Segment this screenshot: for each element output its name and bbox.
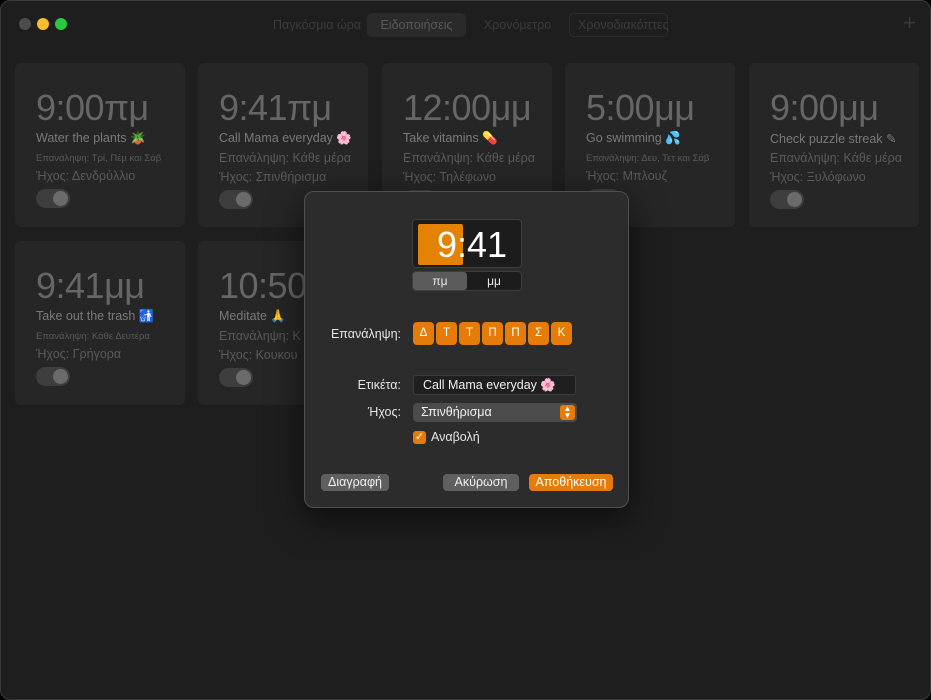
alarm-label: Take vitamins 💊 [403, 131, 498, 145]
pm-segment[interactable]: μμ [467, 272, 521, 290]
label-field-label: Ετικέτα: [357, 378, 401, 392]
toggle-knob [787, 192, 802, 207]
delete-button[interactable]: Διαγραφή [321, 474, 389, 491]
alarm-sound: Ήχος: Σπινθήρισμα [219, 170, 327, 184]
day-sunday-toggle[interactable]: Κ [551, 322, 572, 345]
alarm-time: 9:00πμ [36, 87, 149, 128]
alarm-toggle[interactable] [219, 368, 253, 387]
up-down-chevron-icon: ▲ ▼ [560, 405, 575, 420]
zoom-window-button[interactable] [55, 18, 67, 30]
cancel-button[interactable]: Ακύρωση [443, 474, 519, 491]
alarm-sound: Ήχος: Ξυλόφωνο [770, 170, 866, 184]
snooze-checkbox-row[interactable]: ✓ Αναβολή [413, 430, 480, 444]
alarm-card[interactable]: 9:00πμ Water the plants 🪴 Επανάληψη: Τρί… [15, 63, 185, 227]
alarm-sound: Ήχος: Γρήγορα [36, 347, 122, 361]
title-bar: Παγκόσμια ώρα Ειδοποιήσεις Χρονόμετρο Χρ… [1, 1, 930, 47]
alarm-label: Check puzzle streak ✎ [770, 132, 897, 146]
alarm-label: Call Mama everyday 🌸 [219, 131, 352, 145]
tab-bar: Παγκόσμια ώρα Ειδοποιήσεις Χρονόμετρο Χρ… [265, 13, 669, 37]
alarm-repeat: Επανάληψη: Δευ, Τετ και Σάβ [586, 153, 710, 164]
edit-alarm-dialog: 9:41 πμ μμ Επανάληψη: Δ Τ Τ Π Π Σ Κ Ετικ… [304, 191, 629, 508]
day-saturday-toggle[interactable]: Σ [528, 322, 549, 345]
alarm-time: 9:00μμ [770, 87, 879, 128]
tab-world-clock[interactable]: Παγκόσμια ώρα [265, 13, 365, 37]
tab-alarms[interactable]: Ειδοποιήσεις [367, 13, 466, 37]
repeat-label: Επανάληψη: [330, 327, 401, 341]
day-monday-toggle[interactable]: Δ [413, 322, 434, 345]
minimize-window-button[interactable] [37, 18, 49, 30]
close-window-button[interactable] [19, 18, 31, 30]
alarm-label: Water the plants 🪴 [36, 131, 146, 145]
toggle-knob [236, 370, 251, 385]
alarm-sound: Ήχος: Δενδρύλλιο [36, 169, 136, 183]
alarm-time: 9:41πμ [219, 87, 332, 128]
am-pm-segmented-control: πμ μμ [412, 271, 522, 291]
snooze-label: Αναβολή [431, 430, 480, 444]
clock-app-window: Παγκόσμια ώρα Ειδοποιήσεις Χρονόμετρο Χρ… [0, 0, 931, 700]
day-friday-toggle[interactable]: Π [505, 322, 526, 345]
alarm-sound: Ήχος: Μπλουζ [586, 169, 668, 183]
save-button[interactable]: Αποθήκευση [529, 474, 613, 491]
day-wednesday-toggle[interactable]: Τ [459, 322, 480, 345]
alarm-time: 5:00μμ [586, 87, 695, 128]
alarm-label-input[interactable] [413, 375, 576, 395]
minute-field[interactable]: :41 [457, 224, 507, 265]
alarm-repeat: Επανάληψη: Κάθε μέρα [403, 151, 536, 165]
am-segment[interactable]: πμ [413, 272, 467, 290]
alarm-time: 12:00μμ [403, 87, 532, 128]
alarm-repeat: Επανάληψη: Κάθε μέρα [219, 151, 352, 165]
alarm-label: Go swimming 💦 [586, 131, 681, 145]
alarm-toggle[interactable] [36, 189, 70, 208]
tab-timers[interactable]: Χρονοδιακόπτες [569, 13, 669, 37]
sound-select[interactable]: Σπινθήρισμα ▲ ▼ [413, 403, 577, 422]
alarm-time: 9:41μμ [36, 265, 145, 306]
alarm-repeat: Επανάληψη: Κάθε Δευτέρα [36, 331, 150, 342]
toggle-knob [236, 192, 251, 207]
alarm-toggle[interactable] [770, 190, 804, 209]
alarm-repeat: Επανάληψη: Κάθε μέρα [770, 151, 903, 165]
tab-stopwatch[interactable]: Χρονόμετρο [468, 13, 567, 37]
alarm-card[interactable]: 9:41μμ Take out the trash 🚮 Επανάληψη: Κ… [15, 241, 185, 405]
day-tuesday-toggle[interactable]: Τ [436, 322, 457, 345]
add-alarm-button[interactable]: + [903, 11, 916, 35]
alarm-toggle[interactable] [36, 367, 70, 386]
hour-field[interactable]: 9 [437, 224, 457, 265]
time-picker[interactable]: 9:41 [412, 219, 522, 268]
alarm-toggle[interactable] [219, 190, 253, 209]
day-thursday-toggle[interactable]: Π [482, 322, 503, 345]
sound-select-value: Σπινθήρισμα [421, 405, 492, 419]
alarm-repeat: Επανάληψη: Τρί, Πέμ και Σάβ [36, 153, 162, 164]
repeat-days: Δ Τ Τ Π Π Σ Κ [413, 322, 572, 345]
time-picker-text: 9:41 [413, 220, 523, 269]
snooze-checkbox[interactable]: ✓ [413, 430, 426, 444]
alarm-sound: Ήχος: Τηλέφωνο [403, 170, 496, 184]
toggle-knob [53, 191, 68, 206]
alarm-card[interactable]: 9:00μμ Check puzzle streak ✎ Επανάληψη: … [749, 63, 919, 227]
alarm-label: Take out the trash 🚮 [36, 309, 155, 323]
toggle-knob [53, 369, 68, 384]
sound-field-label: Ήχος: [367, 405, 401, 419]
